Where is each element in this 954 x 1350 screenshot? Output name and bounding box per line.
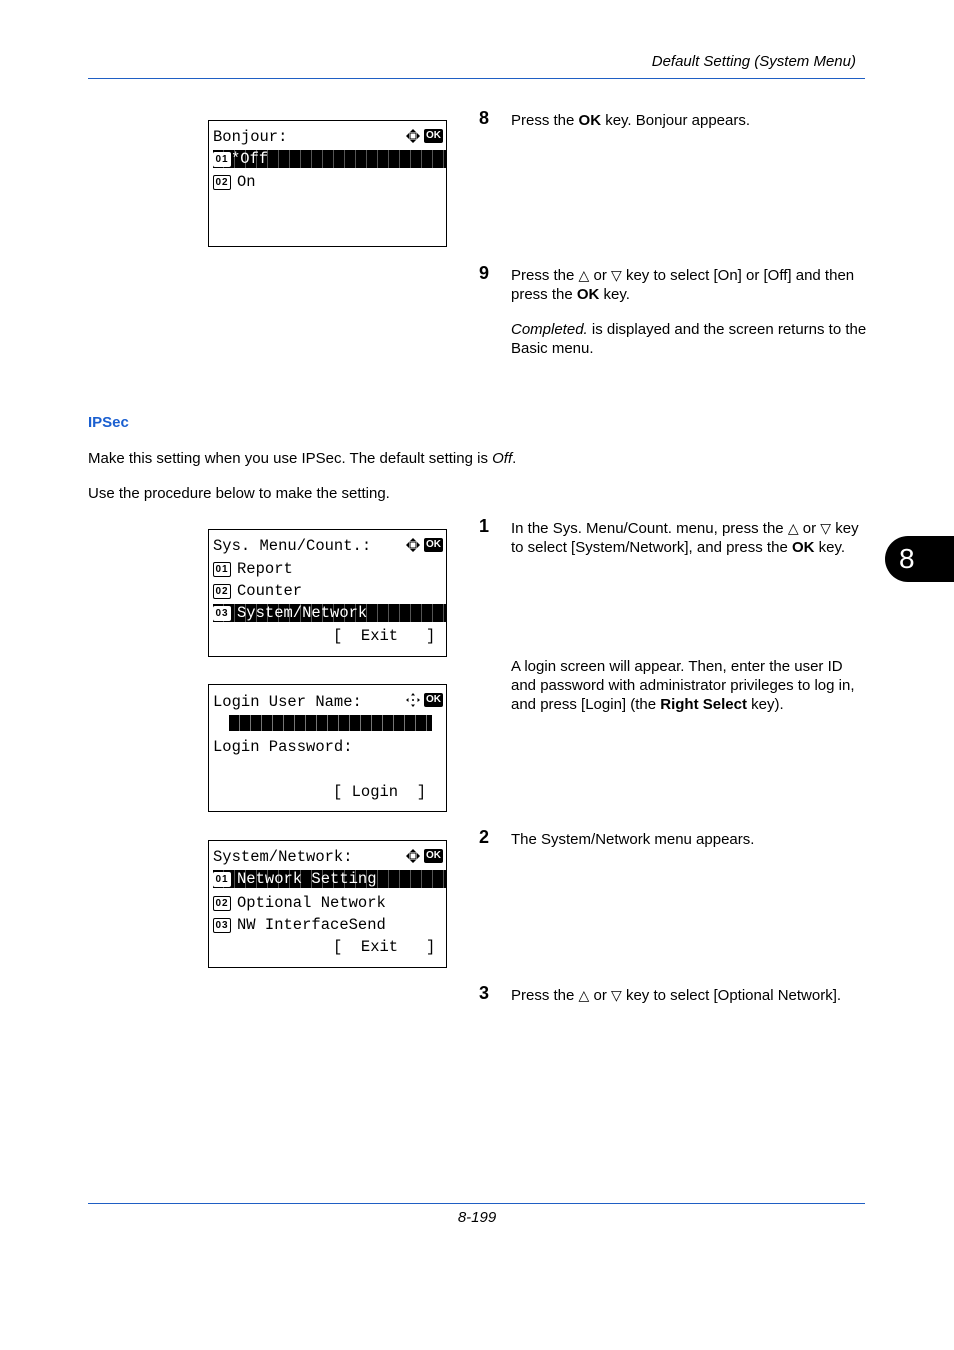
lcd-item-label: On bbox=[237, 173, 256, 191]
ok-icon: OK bbox=[424, 693, 443, 707]
key-name: OK bbox=[578, 112, 602, 129]
login-password-label: Login Password: bbox=[213, 738, 353, 756]
step-number: 8 bbox=[479, 108, 490, 128]
lcd-item-system-network[interactable]: 03 System/Network bbox=[213, 604, 446, 622]
dpad-icon bbox=[406, 129, 420, 143]
index-badge: 01 bbox=[213, 872, 231, 887]
down-arrow-icon: ▽ bbox=[820, 520, 832, 536]
step-number: 2 bbox=[479, 827, 490, 847]
step-text: In the Sys. Menu/Count. menu, press the bbox=[511, 520, 788, 537]
step-text: or bbox=[589, 267, 611, 284]
lcd-item-label: Optional Network bbox=[237, 894, 386, 912]
index-badge: 02 bbox=[213, 896, 231, 911]
ipsec-intro: Make this setting when you use IPSec. Th… bbox=[88, 450, 516, 467]
lcd-item-label: Network Setting bbox=[237, 870, 377, 888]
index-badge: 02 bbox=[213, 175, 231, 190]
lcd-icons: OK bbox=[405, 692, 443, 708]
status-message: Completed. bbox=[511, 321, 588, 338]
chapter-tab: 8 bbox=[885, 536, 954, 582]
index-badge: 03 bbox=[213, 606, 231, 621]
index-badge: 02 bbox=[213, 584, 231, 599]
exit-softkey[interactable]: [ Exit ] bbox=[333, 938, 446, 956]
intro-text: Make this setting when you use IPSec. Th… bbox=[88, 450, 493, 467]
key-name: OK bbox=[576, 286, 600, 303]
lcd-system-network: System/Network: OK 01 Network Setting 02 O… bbox=[208, 840, 447, 968]
step-text: Press the bbox=[511, 987, 579, 1004]
step-text: Press the bbox=[511, 112, 579, 129]
step-3: 3 Press the △ or ▽ key to select [Option… bbox=[479, 983, 879, 1021]
ok-icon: OK bbox=[424, 129, 443, 143]
step-text: The System/Network menu appears. bbox=[511, 831, 755, 848]
section-heading-ipsec: IPSec bbox=[88, 414, 129, 431]
header-rule bbox=[88, 78, 865, 79]
up-arrow-icon: △ bbox=[578, 987, 590, 1003]
header-title: Default Setting (System Menu) bbox=[651, 53, 856, 70]
lcd-item-report[interactable]: 01 Report bbox=[213, 560, 446, 578]
lcd-item-optional-network[interactable]: 02 Optional Network bbox=[213, 894, 446, 912]
lcd-item-label: NW InterfaceSend bbox=[237, 916, 386, 934]
lcd-item-label: Report bbox=[237, 560, 293, 578]
step-8: 8 Press the OK key. Bonjour appears. bbox=[479, 108, 869, 146]
key-name: OK bbox=[791, 539, 815, 556]
step-number: 9 bbox=[479, 263, 490, 283]
up-arrow-icon: △ bbox=[787, 520, 799, 536]
ok-icon: OK bbox=[424, 849, 443, 863]
lcd-item-label: System/Network bbox=[237, 604, 368, 622]
step-text: key). bbox=[746, 696, 784, 713]
step-9: 9 Press the △ or ▽ key to select [On] or… bbox=[479, 263, 869, 374]
step-text: key. Bonjour appears. bbox=[601, 112, 751, 129]
lcd-item-nw-interface-send[interactable]: 03 NW InterfaceSend bbox=[213, 916, 446, 934]
key-name: Right Select bbox=[660, 696, 747, 713]
lcd-item-label: *Off bbox=[231, 150, 269, 168]
step-1: 1 In the Sys. Menu/Count. menu, press th… bbox=[479, 516, 869, 730]
step-text: key. bbox=[814, 539, 846, 556]
lcd-item-label: Counter bbox=[237, 582, 303, 600]
dpad-icon bbox=[406, 538, 420, 552]
default-value: Off bbox=[492, 450, 513, 467]
dpad-icon bbox=[406, 693, 420, 707]
footer-rule bbox=[88, 1203, 865, 1204]
page-number: 8-199 bbox=[457, 1209, 497, 1226]
step-number: 1 bbox=[479, 516, 490, 536]
intro-text: . bbox=[512, 450, 517, 467]
step-text: key. bbox=[599, 286, 630, 303]
step-text: Press the bbox=[511, 267, 579, 284]
lcd-item-network-setting[interactable]: 01 Network Setting bbox=[213, 870, 446, 888]
lcd-item-off[interactable]: 01 *Off bbox=[213, 150, 446, 168]
dpad-icon bbox=[406, 849, 420, 863]
login-user-input[interactable] bbox=[229, 715, 432, 731]
lcd-icons: OK bbox=[405, 848, 443, 864]
lcd-login: Login User Name: OK Login Password: [ Lo… bbox=[208, 684, 447, 812]
index-badge: 01 bbox=[213, 562, 231, 577]
index-badge: 03 bbox=[213, 918, 231, 933]
lcd-sys-menu: Sys. Menu/Count.: OK 01 Report 02 Counter … bbox=[208, 529, 447, 657]
ok-icon: OK bbox=[424, 538, 443, 552]
lcd-icons: OK bbox=[405, 128, 443, 144]
step-text: key to select [Optional Network]. bbox=[621, 987, 842, 1004]
index-badge: 01 bbox=[213, 152, 231, 167]
lcd-item-on[interactable]: 02 On bbox=[213, 173, 446, 191]
ipsec-procedure: Use the procedure below to make the sett… bbox=[88, 485, 390, 502]
step-2: 2 The System/Network menu appears. bbox=[479, 827, 869, 865]
lcd-bonjour: Bonjour: OK 01 *Off 02 On bbox=[208, 120, 447, 247]
up-arrow-icon: △ bbox=[578, 267, 590, 283]
lcd-icons: OK bbox=[405, 537, 443, 553]
step-number: 3 bbox=[479, 983, 490, 1003]
step-text: or bbox=[589, 987, 611, 1004]
down-arrow-icon: ▽ bbox=[611, 987, 622, 1003]
step-text: or bbox=[798, 520, 821, 537]
exit-softkey[interactable]: [ Exit ] bbox=[333, 627, 446, 645]
down-arrow-icon: ▽ bbox=[611, 267, 622, 283]
login-softkey[interactable]: [ Login ] bbox=[333, 783, 446, 801]
lcd-item-counter[interactable]: 02 Counter bbox=[213, 582, 446, 600]
